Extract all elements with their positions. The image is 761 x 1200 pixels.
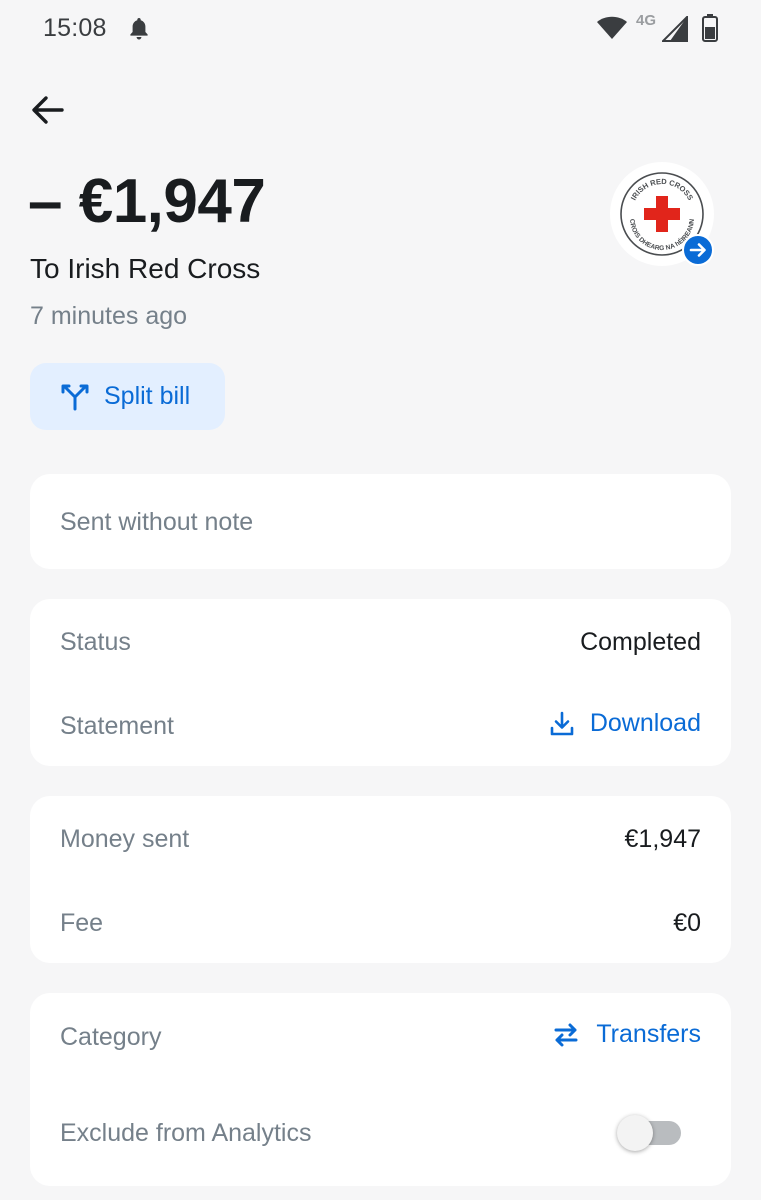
network-type: 4G [636, 12, 657, 29]
category-selector[interactable]: Transfers [552, 1020, 701, 1049]
exclude-analytics-toggle[interactable] [617, 1115, 681, 1151]
money-sent-label: Money sent [60, 825, 190, 853]
cell-signal-icon [662, 16, 688, 42]
download-statement-button[interactable]: Download [550, 709, 701, 738]
exclude-analytics-label: Exclude from Analytics [60, 1119, 312, 1147]
back-arrow-icon[interactable] [28, 90, 68, 130]
money-card: Money sent €1,947 Fee €0 [30, 796, 731, 963]
toggle-knob [617, 1115, 653, 1151]
transaction-time: 7 minutes ago [30, 302, 188, 330]
battery-icon [702, 14, 718, 42]
fee-value: €0 [673, 909, 701, 937]
transfer-arrows-icon [554, 1023, 578, 1046]
note-card[interactable]: Sent without note [30, 474, 731, 569]
status-value: Completed [580, 628, 701, 656]
split-bill-button[interactable]: Split bill [30, 363, 225, 430]
wifi-icon [597, 16, 627, 39]
fee-label: Fee [60, 909, 104, 937]
status-time: 15:08 [43, 14, 107, 42]
download-label: Download [589, 709, 701, 737]
category-card: Category Transfers Exclude from Analytic… [30, 993, 731, 1186]
recipient-name: To Irish Red Cross [30, 253, 261, 284]
money-sent-value: €1,947 [624, 825, 701, 853]
statement-label: Statement [60, 712, 174, 740]
status-label: Status [60, 628, 131, 656]
notification-bell-icon [130, 18, 148, 40]
split-bill-label: Split bill [104, 382, 191, 410]
red-cross-horizontal [644, 208, 680, 220]
transaction-amount: – €1,947 [28, 167, 266, 236]
category-label: Category [60, 1023, 162, 1051]
status-bar: 15:08 4G [0, 0, 761, 60]
transaction-details-screen: 15:08 4G – €1,947 To Irish Red Cross 7 m… [0, 0, 761, 1200]
status-card: Status Completed Statement Download [30, 599, 731, 766]
download-icon [550, 711, 574, 735]
split-icon [61, 384, 89, 410]
arrow-right-circle-icon [682, 234, 714, 266]
category-value: Transfers [596, 1020, 701, 1048]
note-text: Sent without note [60, 508, 254, 536]
